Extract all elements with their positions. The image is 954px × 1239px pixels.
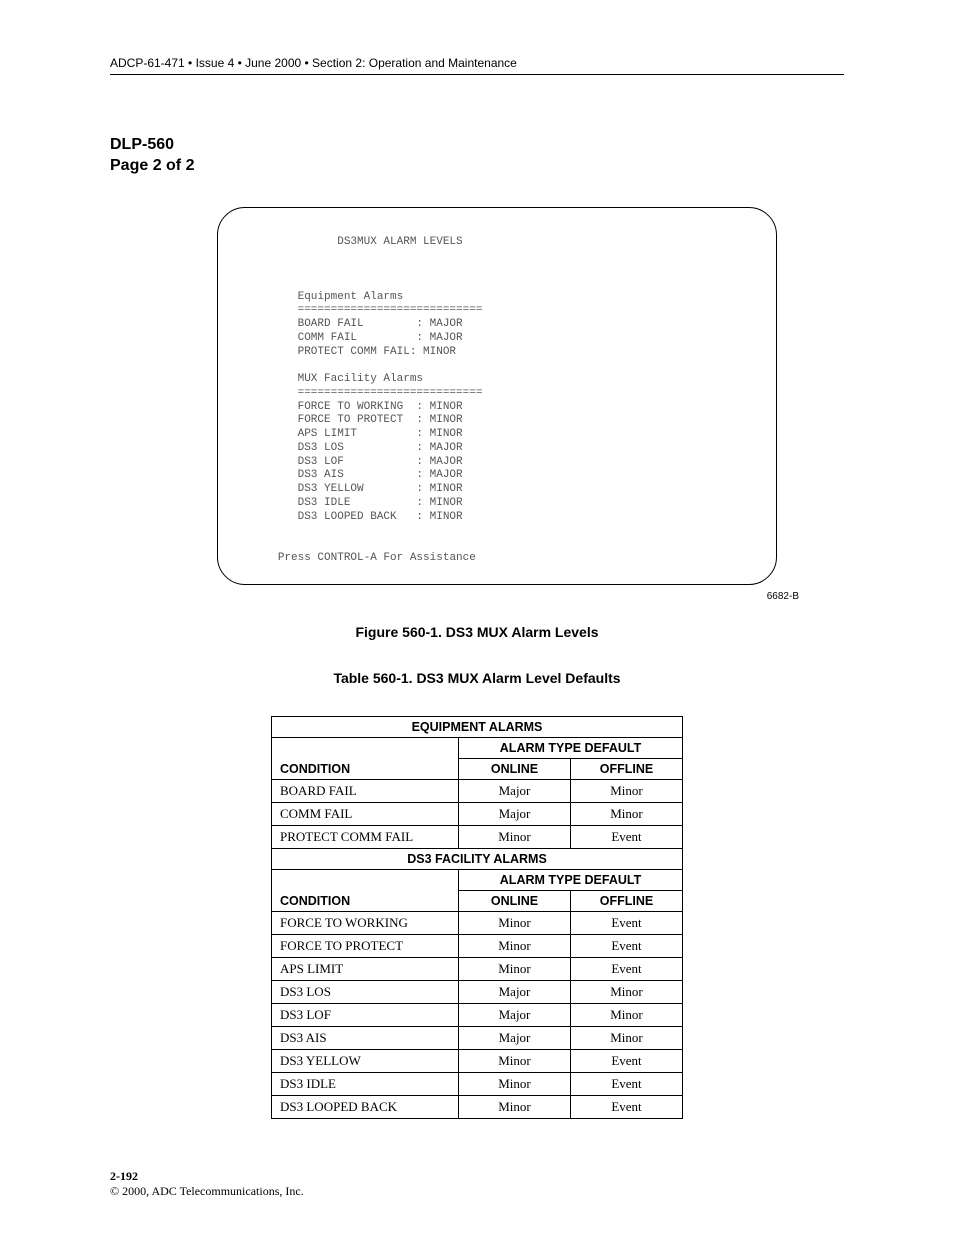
condition-cell: DS3 YELLOW [272, 1049, 459, 1072]
condition-cell: BOARD FAIL [272, 779, 459, 802]
offline-cell: Minor [571, 1003, 683, 1026]
document-page: ADCP-61-471 • Issue 4 • June 2000 • Sect… [0, 0, 954, 1239]
dlp-page: Page 2 of 2 [110, 156, 844, 177]
offline-cell: Minor [571, 980, 683, 1003]
section-header: DS3 FACILITY ALARMS [272, 848, 683, 869]
table-section-equipment: EQUIPMENT ALARMS [272, 716, 683, 737]
offline-cell: Event [571, 957, 683, 980]
offline-cell: Minor [571, 802, 683, 825]
condition-cell: PROTECT COMM FAIL [272, 825, 459, 848]
online-cell: Minor [459, 1072, 571, 1095]
table-row: DS3 AISMajorMinor [272, 1026, 683, 1049]
page-number: 2-192 [110, 1169, 844, 1184]
online-cell: Major [459, 1003, 571, 1026]
condition-cell: FORCE TO PROTECT [272, 934, 459, 957]
dlp-number: DLP-560 [110, 135, 844, 156]
online-cell: Minor [459, 1095, 571, 1118]
table-section-facility: DS3 FACILITY ALARMS [272, 848, 683, 869]
condition-header: CONDITION [272, 737, 459, 779]
table-row: PROTECT COMM FAILMinorEvent [272, 825, 683, 848]
terminal-line: APS LIMIT : MINOR [298, 428, 463, 440]
copyright: © 2000, ADC Telecommunications, Inc. [110, 1184, 844, 1199]
online-cell: Major [459, 779, 571, 802]
condition-cell: DS3 AIS [272, 1026, 459, 1049]
dlp-heading: DLP-560 Page 2 of 2 [110, 135, 844, 177]
alarm-table: EQUIPMENT ALARMS CONDITION ALARM TYPE DE… [271, 716, 683, 1119]
figure-id: 6682-B [150, 591, 799, 602]
alarm-table-wrap: EQUIPMENT ALARMS CONDITION ALARM TYPE DE… [110, 716, 844, 1119]
table-row: DS3 LOSMajorMinor [272, 980, 683, 1003]
terminal-footer: Press CONTROL-A For Assistance [278, 552, 476, 564]
online-cell: Minor [459, 1049, 571, 1072]
table-row: DS3 LOOPED BACKMinorEvent [272, 1095, 683, 1118]
terminal-line: PROTECT COMM FAIL: MINOR [298, 346, 456, 358]
table-row: DS3 YELLOWMinorEvent [272, 1049, 683, 1072]
terminal-rule: ============================ [298, 387, 483, 399]
terminal-line: DS3 YELLOW : MINOR [298, 483, 463, 495]
online-cell: Minor [459, 911, 571, 934]
table-subheader: CONDITION ALARM TYPE DEFAULT [272, 737, 683, 758]
condition-header: CONDITION [272, 869, 459, 911]
terminal-line: FORCE TO PROTECT : MINOR [298, 414, 463, 426]
terminal-line: DS3 LOOPED BACK : MINOR [298, 511, 463, 523]
alarm-type-header: ALARM TYPE DEFAULT [459, 737, 683, 758]
table-row: FORCE TO WORKINGMinorEvent [272, 911, 683, 934]
table-subheader: CONDITION ALARM TYPE DEFAULT [272, 869, 683, 890]
terminal-section-facility: MUX Facility Alarms [298, 373, 423, 385]
terminal-line: BOARD FAIL : MAJOR [298, 318, 463, 330]
terminal-line: DS3 IDLE : MINOR [298, 497, 463, 509]
table-row: DS3 LOFMajorMinor [272, 1003, 683, 1026]
table-row: COMM FAILMajorMinor [272, 802, 683, 825]
condition-cell: DS3 LOS [272, 980, 459, 1003]
alarm-type-header: ALARM TYPE DEFAULT [459, 869, 683, 890]
online-header: ONLINE [459, 758, 571, 779]
offline-cell: Event [571, 1072, 683, 1095]
offline-cell: Minor [571, 779, 683, 802]
section-header: EQUIPMENT ALARMS [272, 716, 683, 737]
terminal-content: DS3MUX ALARM LEVELS Equipment Alarms ===… [258, 236, 736, 566]
terminal-line: DS3 LOF : MAJOR [298, 456, 463, 468]
online-cell: Minor [459, 934, 571, 957]
condition-cell: COMM FAIL [272, 802, 459, 825]
figure-caption: Figure 560-1. DS3 MUX Alarm Levels [110, 624, 844, 640]
table-row: BOARD FAILMajorMinor [272, 779, 683, 802]
offline-cell: Event [571, 911, 683, 934]
header-rule [110, 74, 844, 75]
terminal-figure: DS3MUX ALARM LEVELS Equipment Alarms ===… [150, 207, 844, 602]
table-row: FORCE TO PROTECTMinorEvent [272, 934, 683, 957]
terminal-rule: ============================ [298, 304, 483, 316]
table-row: DS3 IDLEMinorEvent [272, 1072, 683, 1095]
online-cell: Major [459, 980, 571, 1003]
condition-cell: DS3 LOOPED BACK [272, 1095, 459, 1118]
online-cell: Major [459, 1026, 571, 1049]
offline-cell: Event [571, 825, 683, 848]
page-header: ADCP-61-471 • Issue 4 • June 2000 • Sect… [110, 56, 844, 70]
offline-cell: Event [571, 1095, 683, 1118]
terminal-title: DS3MUX ALARM LEVELS [337, 236, 462, 248]
terminal-line: COMM FAIL : MAJOR [298, 332, 463, 344]
offline-header: OFFLINE [571, 890, 683, 911]
online-cell: Minor [459, 825, 571, 848]
condition-cell: DS3 LOF [272, 1003, 459, 1026]
offline-cell: Event [571, 934, 683, 957]
terminal-line: FORCE TO WORKING : MINOR [298, 401, 463, 413]
online-header: ONLINE [459, 890, 571, 911]
terminal-line: DS3 AIS : MAJOR [298, 469, 463, 481]
online-cell: Minor [459, 957, 571, 980]
offline-cell: Event [571, 1049, 683, 1072]
offline-header: OFFLINE [571, 758, 683, 779]
page-footer: 2-192 © 2000, ADC Telecommunications, In… [110, 1169, 844, 1199]
terminal-box: DS3MUX ALARM LEVELS Equipment Alarms ===… [217, 207, 777, 585]
condition-cell: FORCE TO WORKING [272, 911, 459, 934]
condition-cell: DS3 IDLE [272, 1072, 459, 1095]
table-row: APS LIMITMinorEvent [272, 957, 683, 980]
condition-cell: APS LIMIT [272, 957, 459, 980]
table-caption: Table 560-1. DS3 MUX Alarm Level Default… [110, 670, 844, 686]
terminal-section-equipment: Equipment Alarms [298, 291, 404, 303]
terminal-line: DS3 LOS : MAJOR [298, 442, 463, 454]
offline-cell: Minor [571, 1026, 683, 1049]
online-cell: Major [459, 802, 571, 825]
